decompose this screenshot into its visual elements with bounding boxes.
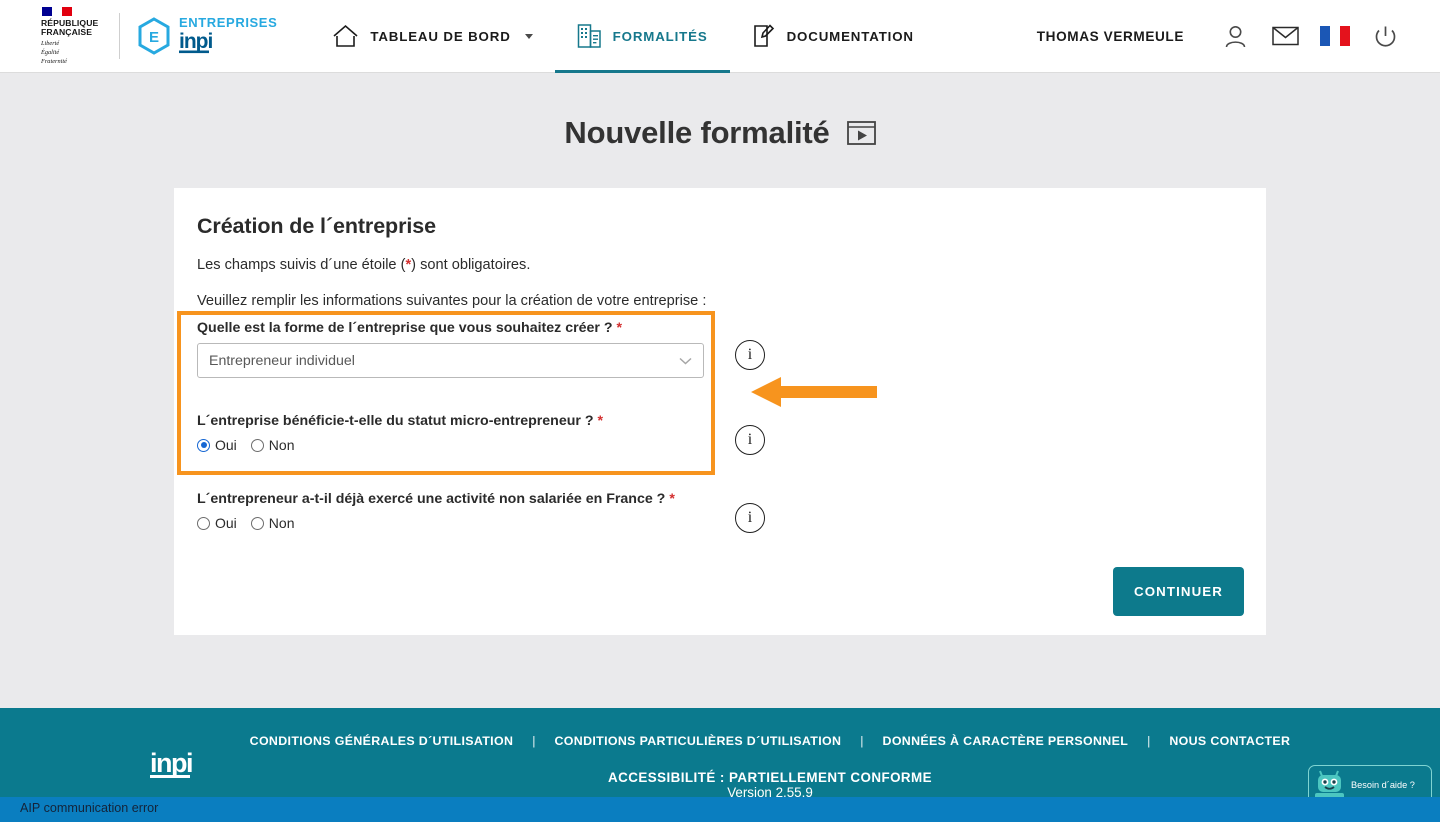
question-2-option-label-non: Non	[268, 437, 295, 453]
question-2-radio-non[interactable]: Non	[250, 437, 295, 453]
app-root: RÉPUBLIQUE FRANÇAISE Liberté Égalité Fra…	[0, 0, 1440, 822]
radio-button-selected-icon	[197, 438, 210, 452]
nav-item-documentation[interactable]: DOCUMENTATION	[730, 0, 936, 73]
republic-line2: FRANÇAISE	[41, 27, 93, 38]
radio-button-icon	[250, 516, 264, 530]
question-2-radio-oui[interactable]: Oui	[197, 437, 237, 453]
question-3-radio-oui[interactable]: Oui	[197, 515, 237, 531]
question-2-option-label-oui: Oui	[215, 437, 237, 453]
logo-block: RÉPUBLIQUE FRANÇAISE Liberté Égalité Fra…	[0, 6, 277, 66]
question-1-text: Quelle est la forme de l´entreprise que …	[197, 320, 613, 336]
radio-button-icon	[250, 438, 264, 452]
question-2-label: L´entreprise bénéficie-t-elle du statut …	[197, 413, 603, 429]
hexagon-e-icon: E	[138, 17, 170, 55]
footer-link-nous-contacter[interactable]: NOUS CONTACTER	[1169, 734, 1290, 748]
nav-item-formalites[interactable]: FORMALITÉS	[554, 0, 730, 73]
devise-fraternite: Fraternité	[41, 58, 67, 66]
card-title: Création de l´entreprise	[197, 214, 436, 238]
question-2-text: L´entreprise bénéficie-t-elle du statut …	[197, 413, 594, 429]
home-icon	[333, 24, 358, 47]
required-note-before: Les champs suivis d´une étoile (	[197, 257, 406, 273]
footer-link-cpu[interactable]: CONDITIONS PARTICULIÈRES D´UTILISATION	[554, 734, 841, 748]
logo-divider	[119, 12, 120, 59]
page-title-row: Nouvelle formalité	[0, 115, 1440, 151]
question-3-option-label-oui: Oui	[215, 515, 237, 531]
devise-liberte: Liberté	[41, 39, 60, 47]
question-3-radio-group: Oui Non	[197, 515, 294, 531]
form-instructions: Veuillez remplir les informations suivan…	[197, 293, 707, 309]
page-title: Nouvelle formalité	[564, 115, 830, 150]
inpi-entreprises-logo[interactable]: E ENTREPRISES inpi	[137, 16, 277, 55]
footer-separator: |	[860, 734, 864, 748]
required-note-after: ) sont obligatoires.	[411, 257, 531, 273]
question-3-option-label-non: Non	[268, 515, 295, 531]
question-1-required-star: *	[616, 320, 622, 336]
footer-separator: |	[532, 734, 536, 748]
continue-button[interactable]: CONTINUER	[1113, 567, 1244, 616]
browser-status-bar	[0, 797, 1440, 822]
nav-label-tableau-de-bord: TABLEAU DE BORD	[370, 28, 511, 44]
question-1-label: Quelle est la forme de l´entreprise que …	[197, 320, 622, 336]
building-document-icon	[577, 24, 601, 48]
document-pen-icon	[753, 24, 774, 47]
info-icon-question-2[interactable]: i	[735, 425, 765, 455]
nav-label-formalites: FORMALITÉS	[612, 28, 708, 44]
question-2-radio-group: Oui Non	[197, 437, 294, 453]
question-2-required-star: *	[597, 413, 604, 429]
french-flag-icon[interactable]	[1310, 16, 1360, 56]
header-right-actions: THOMAS VERMEULE	[1037, 16, 1440, 56]
question-3-radio-non[interactable]: Non	[250, 515, 295, 531]
question-3-required-star: *	[669, 491, 675, 507]
top-header: RÉPUBLIQUE FRANÇAISE Liberté Égalité Fra…	[0, 0, 1440, 73]
mail-icon[interactable]	[1260, 16, 1310, 56]
footer-link-cgu[interactable]: CONDITIONS GÉNÉRALES D´UTILISATION	[250, 734, 514, 748]
power-icon[interactable]	[1360, 16, 1410, 56]
radio-button-icon	[197, 516, 210, 530]
arrow-left-annotation-icon	[751, 377, 877, 407]
company-form-select[interactable]: Entrepreneur individuel	[197, 343, 704, 378]
footer-separator: |	[1147, 734, 1151, 748]
user-name-label: THOMAS VERMEULE	[1036, 28, 1184, 44]
footer-accessibility-statement[interactable]: ACCESSIBILITÉ : PARTIELLEMENT CONFORME	[0, 770, 1440, 785]
svg-text:inpi: inpi	[179, 31, 212, 53]
devise-egalite: Égalité	[41, 48, 60, 56]
svg-text:E: E	[149, 29, 159, 46]
inpi-wordmark-icon: inpi	[179, 31, 213, 54]
required-fields-note: Les champs suivis d´une étoile (*) sont …	[197, 257, 1242, 273]
company-form-select-value: Entrepreneur individuel	[209, 352, 355, 369]
republique-francaise-logo: RÉPUBLIQUE FRANÇAISE Liberté Égalité Fra…	[41, 6, 103, 66]
brand-entreprises: ENTREPRISES	[179, 15, 278, 31]
nav-label-documentation: DOCUMENTATION	[786, 28, 914, 44]
question-3-text: L´entrepreneur a-t-il déjà exercé une ac…	[197, 491, 666, 507]
chevron-down-icon	[524, 33, 533, 39]
question-3-label: L´entrepreneur a-t-il déjà exercé une ac…	[197, 491, 675, 507]
chatbot-label: Besoin d´aide ?	[1351, 780, 1415, 790]
footer-links: CONDITIONS GÉNÉRALES D´UTILISATION | CON…	[0, 734, 1440, 748]
user-icon[interactable]	[1210, 16, 1260, 56]
status-message: AIP communication error	[20, 801, 159, 815]
nav-item-tableau-de-bord[interactable]: TABLEAU DE BORD	[310, 0, 554, 73]
video-tutorial-icon[interactable]	[846, 121, 876, 145]
info-icon-question-3[interactable]: i	[735, 503, 765, 533]
chevron-down-icon	[679, 357, 692, 365]
info-icon-question-1[interactable]: i	[735, 340, 765, 370]
main-navigation: TABLEAU DE BORD FORMALITÉS DOCUMENTATION	[310, 0, 936, 73]
french-flag-bars-icon	[42, 6, 72, 16]
footer-link-donnees-personnelles[interactable]: DONNÉES À CARACTÈRE PERSONNEL	[883, 734, 1129, 748]
